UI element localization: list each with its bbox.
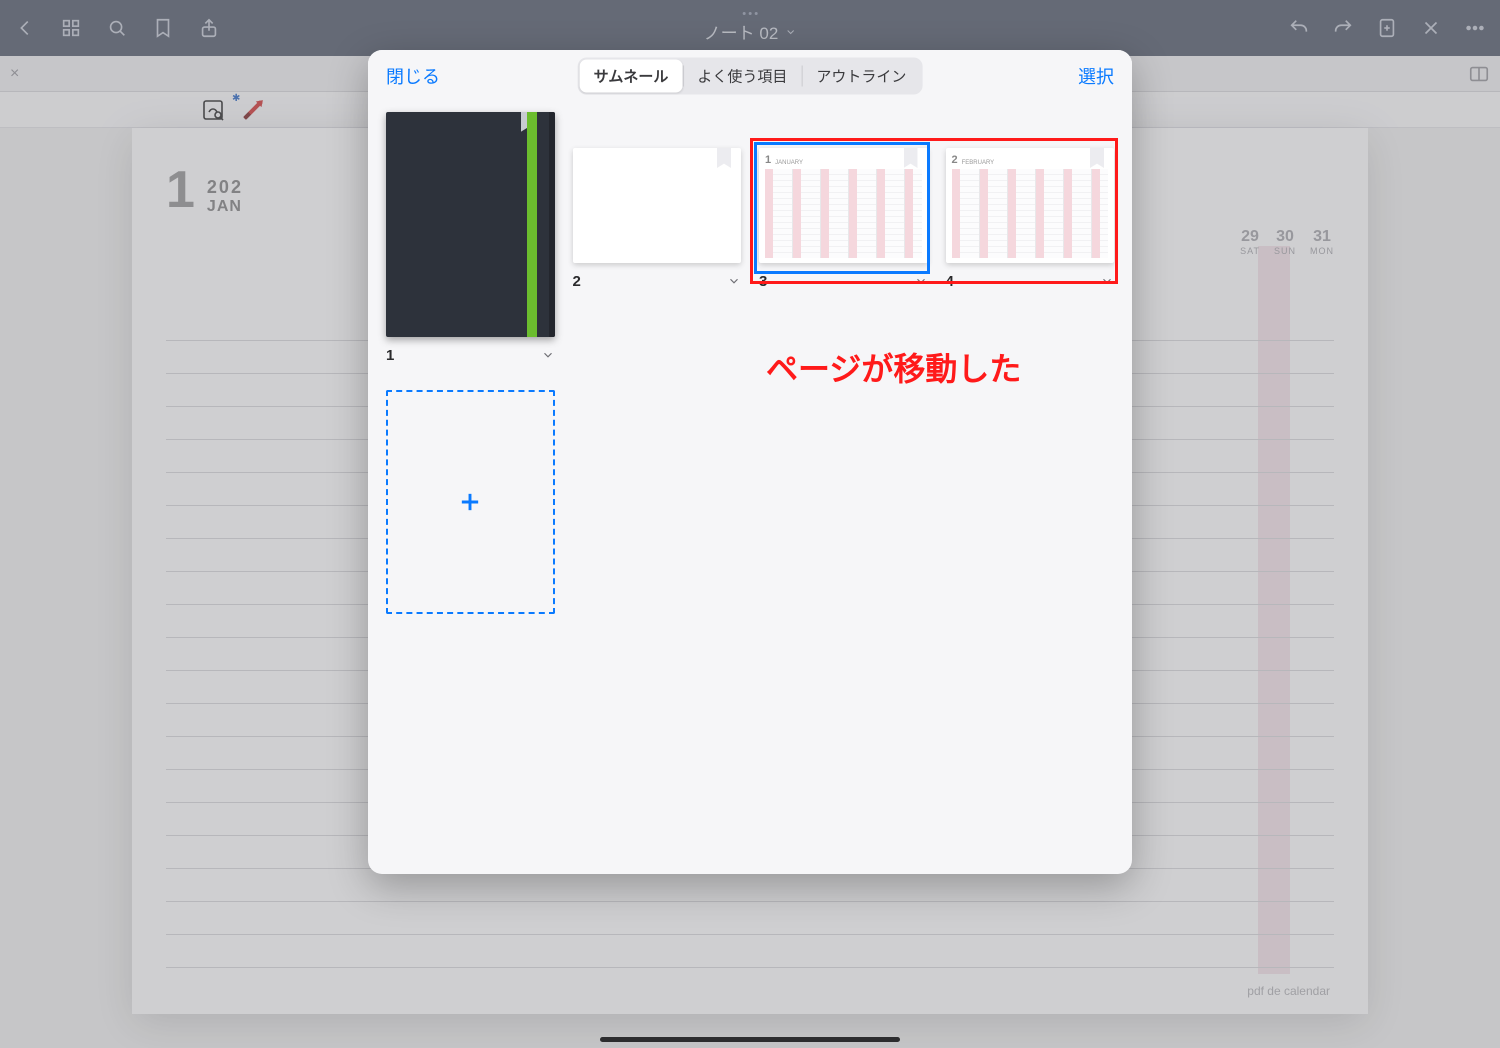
day-abbrev: MON [1310, 246, 1334, 256]
bluetooth-indicator-icon: ✱ [232, 93, 240, 104]
apps-grid-icon[interactable] [60, 17, 82, 39]
tab-favorites[interactable]: よく使う項目 [683, 60, 801, 93]
day-number: 30 [1274, 228, 1296, 246]
chevron-down-icon [784, 26, 796, 38]
chevron-down-icon[interactable] [541, 348, 555, 362]
tab-outline[interactable]: アウトライン [802, 60, 920, 93]
document-title: ノート 02 [704, 19, 779, 44]
tab-thumbnails[interactable]: サムネール [580, 60, 683, 93]
close-button[interactable]: 閉じる [386, 63, 440, 89]
zoom-tool-icon[interactable] [200, 97, 226, 123]
day-number: 29 [1240, 228, 1260, 246]
add-page-cell[interactable] [386, 390, 555, 615]
annotation-red-box [750, 138, 1118, 284]
chevron-down-icon[interactable] [727, 274, 741, 288]
annotation-label: ページが移動した [766, 344, 1021, 390]
bookmark-ribbon-icon [717, 148, 731, 168]
add-page-icon[interactable] [1376, 17, 1398, 39]
more-icon[interactable] [1464, 17, 1486, 39]
select-button[interactable]: 選択 [1078, 63, 1114, 89]
back-icon[interactable] [14, 17, 36, 39]
reading-mode-icon[interactable] [1468, 63, 1490, 85]
page-number: 2 [573, 273, 581, 290]
search-icon[interactable] [106, 17, 128, 39]
day-abbrev: SAT [1240, 246, 1260, 256]
page-number: 1 [386, 347, 394, 364]
calendar-month-abbrev: JAN [207, 198, 243, 216]
page-thumb-cell[interactable]: 2 [573, 112, 742, 290]
day-number: 31 [1310, 228, 1334, 246]
close-icon[interactable] [1420, 17, 1442, 39]
view-mode-segmented[interactable]: サムネール よく使う項目 アウトライン [578, 58, 923, 95]
pen-tool-icon[interactable]: ✱ [240, 97, 266, 123]
home-indicator[interactable] [600, 1037, 900, 1042]
bookmark-icon[interactable] [152, 17, 174, 39]
page-thumb-cover[interactable] [386, 112, 555, 337]
calendar-month-number: 1 [166, 164, 195, 216]
share-icon[interactable] [198, 17, 220, 39]
page-thumb-cell[interactable]: 1 [386, 112, 555, 364]
plus-icon [456, 488, 484, 516]
calendar-year: 202 [207, 177, 243, 198]
add-page-button[interactable] [386, 390, 555, 615]
day-abbrev: SUN [1274, 246, 1296, 256]
document-title-area[interactable]: ノート 02 [704, 12, 797, 44]
tab-close-icon[interactable]: × [10, 65, 19, 83]
page-thumb-blank[interactable] [573, 148, 742, 263]
redo-icon[interactable] [1332, 17, 1354, 39]
page-browser-modal: 閉じる サムネール よく使う項目 アウトライン 選択 1 [368, 50, 1132, 874]
footer-brand: pdf de calendar [1247, 984, 1330, 998]
undo-icon[interactable] [1288, 17, 1310, 39]
